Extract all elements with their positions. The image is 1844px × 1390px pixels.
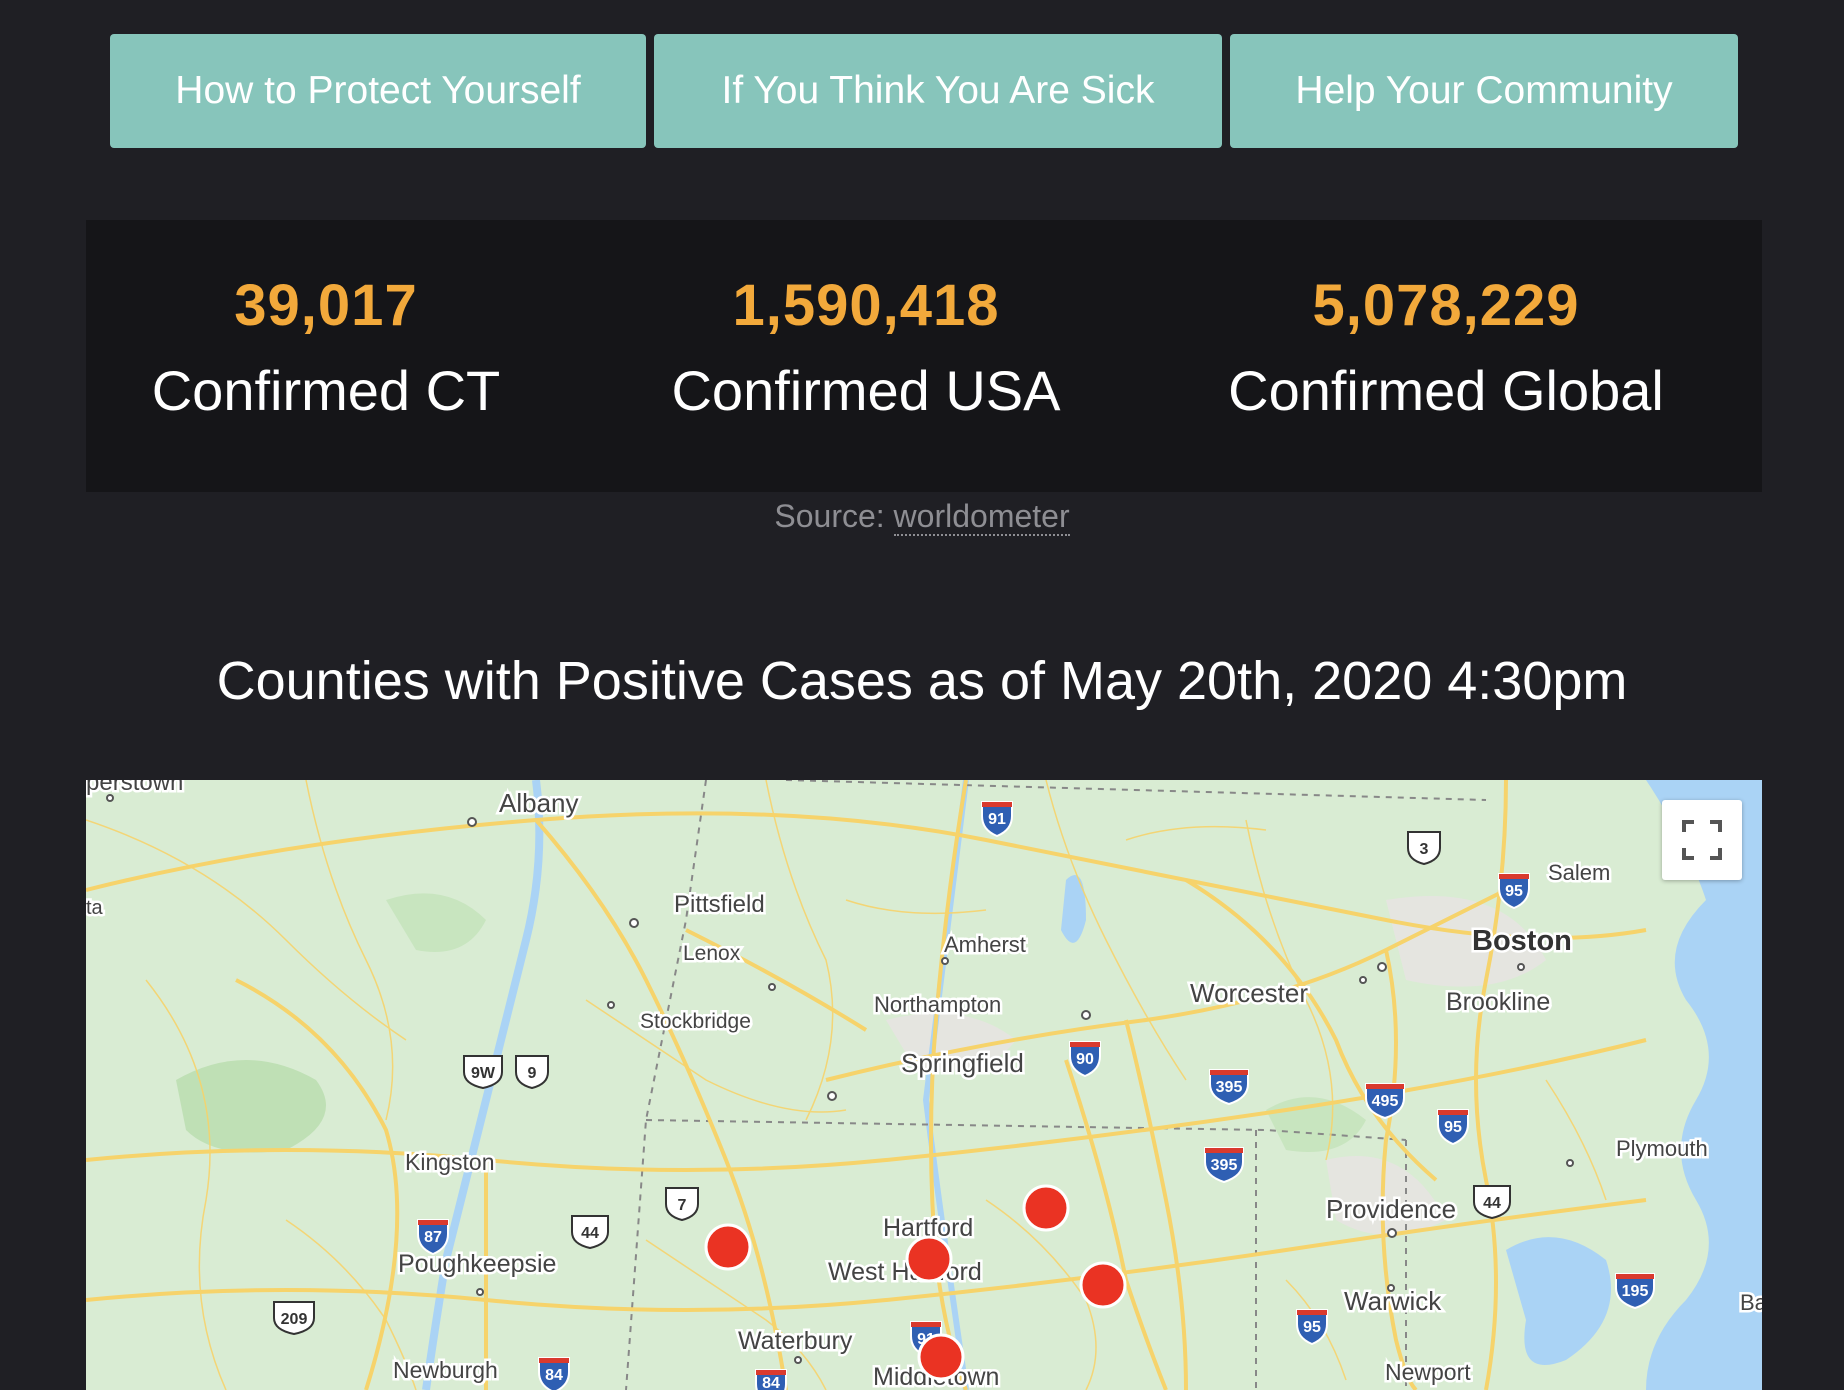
svg-text:84: 84 <box>762 1375 780 1390</box>
stats-panel: 39,017 Confirmed CT 1,590,418 Confirmed … <box>86 220 1762 492</box>
stat-usa: 1,590,418 Confirmed USA <box>656 220 1076 492</box>
us-route-shield-7: 7 <box>665 1187 699 1222</box>
protect-yourself-button[interactable]: How to Protect Yourself <box>110 34 646 148</box>
svg-text:44: 44 <box>581 1225 599 1242</box>
map-label-right-edge: Ba <box>1740 1290 1762 1315</box>
svg-text:7: 7 <box>678 1197 687 1214</box>
map-label-worcester: Worcester <box>1190 978 1308 1008</box>
svg-text:87: 87 <box>424 1229 442 1246</box>
map-label-stockbridge: Stockbridge <box>640 1010 751 1033</box>
us-route-shield-44-east: 44 <box>1473 1185 1511 1220</box>
stat-ct: 39,017 Confirmed CT <box>126 220 526 492</box>
svg-text:395: 395 <box>1211 1157 1238 1174</box>
case-marker-litchfield[interactable] <box>704 1223 752 1271</box>
map-title: Counties with Positive Cases as of May 2… <box>216 651 1628 711</box>
us-route-shield-9w: 9W <box>463 1055 503 1090</box>
map-label-springfield: Springfield <box>901 1048 1024 1078</box>
svg-text:3: 3 <box>1420 841 1429 858</box>
svg-text:90: 90 <box>1076 1051 1094 1068</box>
svg-text:84: 84 <box>545 1367 563 1384</box>
map-label-kingston: Kingston <box>405 1149 495 1175</box>
svg-text:95: 95 <box>1444 1119 1462 1136</box>
svg-text:91: 91 <box>988 811 1006 828</box>
us-route-shield-3: 3 <box>1407 831 1441 866</box>
svg-text:395: 395 <box>1216 1079 1243 1096</box>
case-marker-windham[interactable] <box>1079 1261 1127 1309</box>
us-route-shield-209: 209 <box>273 1301 315 1336</box>
interstate-shield-i84-south: 84 <box>755 1369 787 1390</box>
fullscreen-button[interactable] <box>1662 800 1742 880</box>
map-label-left-edge: ta <box>86 897 104 919</box>
map-label-cooperstown: perstown <box>86 780 183 796</box>
stat-usa-label: Confirmed USA <box>671 359 1061 422</box>
fullscreen-icon <box>1682 820 1722 860</box>
map-label-providence: Providence <box>1326 1194 1456 1224</box>
svg-text:95: 95 <box>1505 883 1523 900</box>
page: How to Protect Yourself If You Think You… <box>0 0 1844 1390</box>
svg-text:9: 9 <box>528 1065 537 1082</box>
svg-text:195: 195 <box>1622 1283 1649 1300</box>
svg-text:95: 95 <box>1303 1319 1321 1336</box>
svg-text:495: 495 <box>1372 1093 1399 1110</box>
map-label-boston: Boston <box>1472 925 1572 957</box>
svg-text:44: 44 <box>1483 1195 1501 1212</box>
map-label-amherst: Amherst <box>944 932 1026 957</box>
stat-ct-label: Confirmed CT <box>151 359 501 422</box>
map-label-northampton: Northampton <box>874 992 1001 1017</box>
stat-global: 5,078,229 Confirmed Global <box>1216 220 1676 492</box>
think-you-are-sick-button[interactable]: If You Think You Are Sick <box>654 34 1222 148</box>
map-label-warwick: Warwick <box>1344 1286 1442 1316</box>
help-community-button[interactable]: Help Your Community <box>1230 34 1738 148</box>
map-label-newport: Newport <box>1385 1359 1471 1385</box>
svg-text:209: 209 <box>281 1311 308 1328</box>
us-route-shield-44-west: 44 <box>571 1215 609 1250</box>
nav-buttons: How to Protect Yourself If You Think You… <box>110 34 1738 148</box>
map-label-lenox: Lenox <box>683 942 741 965</box>
us-route-shield-9: 9 <box>515 1055 549 1090</box>
map-label-poughkeepsie: Poughkeepsie <box>398 1250 556 1278</box>
stat-usa-value: 1,590,418 <box>732 273 1000 338</box>
map-canvas[interactable]: perstown ta Albany Pittsfield Lenox Stoc… <box>86 780 1762 1390</box>
stat-global-label: Confirmed Global <box>1228 359 1664 422</box>
map-label-albany: Albany <box>499 788 579 818</box>
map-label-west-hartford: West Hartford <box>828 1258 982 1286</box>
map-label-brookline: Brookline <box>1446 988 1550 1016</box>
map-label-plymouth: Plymouth <box>1616 1136 1708 1161</box>
case-marker-middlesex[interactable] <box>917 1333 965 1381</box>
case-marker-hartford[interactable] <box>905 1235 953 1283</box>
map-label-newburgh: Newburgh <box>393 1357 498 1383</box>
interstate-shield-i84-west: 84 <box>538 1357 570 1390</box>
worldometer-link[interactable]: worldometer <box>893 498 1070 536</box>
map-label-salem: Salem <box>1548 860 1610 885</box>
map[interactable]: perstown ta Albany Pittsfield Lenox Stoc… <box>86 780 1762 1390</box>
case-marker-tolland[interactable] <box>1022 1184 1070 1232</box>
source-prefix: Source: <box>774 498 894 534</box>
map-label-pittsfield: Pittsfield <box>674 891 765 918</box>
svg-text:9W: 9W <box>471 1065 496 1082</box>
map-label-waterbury: Waterbury <box>738 1327 853 1355</box>
stat-ct-value: 39,017 <box>234 273 418 338</box>
source-line: Source: worldometer <box>0 498 1844 536</box>
stat-global-value: 5,078,229 <box>1312 273 1580 338</box>
